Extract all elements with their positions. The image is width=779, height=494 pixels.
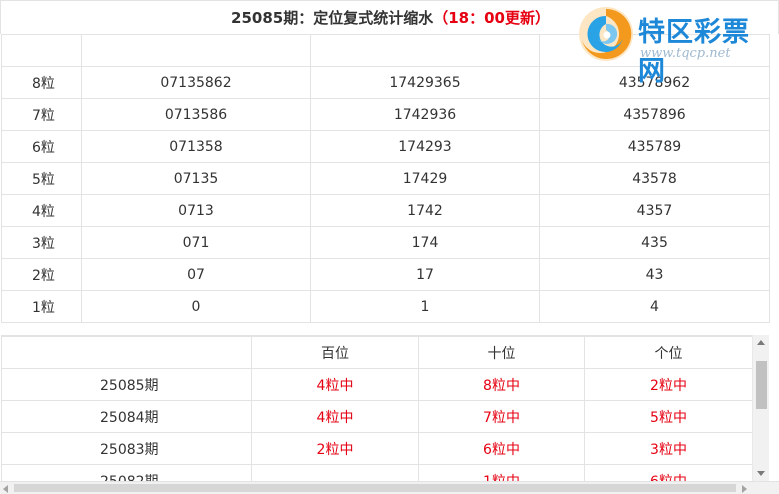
history-header-row: 百位 十位 个位 [1,336,753,369]
table-row: 25082期 1粒中 6粒中 [1,464,753,481]
table-cell: 43578 [539,162,770,195]
table-cell: 071358 [81,130,311,163]
table-row: 7粒 0713586 1742936 4357896 [1,98,770,131]
table-cell: 17429 [310,162,540,195]
table-cell: 43 [539,258,770,291]
horizontal-scroll-thumb[interactable] [14,484,736,492]
horizontal-scrollbar[interactable] [0,481,779,494]
table-cell: 071 [81,226,311,259]
site-logo[interactable]: 特区彩票网 www.tqcp.net [576,4,776,87]
table-row: 6粒 071358 174293 435789 [1,130,770,163]
table-cell: 07 [81,258,311,291]
row-label: 8粒 [1,66,82,99]
table-cell: 4357896 [539,98,770,131]
history-scroll-area[interactable]: 百位 十位 个位 25085期 4粒中 8粒中 2粒中 25084期 4粒中 7… [1,335,769,481]
hit-cell: 4粒中 [251,400,419,433]
table-row: 25085期 4粒中 8粒中 2粒中 [1,368,753,401]
row-label: 7粒 [1,98,82,131]
table-row: 25084期 4粒中 7粒中 5粒中 [1,400,753,433]
table-cell: 0713586 [81,98,311,131]
table-row: 2粒 07 17 43 [1,258,770,291]
row-label: 5粒 [1,162,82,195]
page-title-main: 25085期：定位复式统计缩水 [231,9,434,27]
swirl-logo-icon [579,7,633,61]
row-label: 1粒 [1,290,82,323]
column-header-units: 个位 [584,336,753,369]
row-label: 2粒 [1,258,82,291]
table-cell: 174 [310,226,540,259]
hit-cell: 4粒中 [251,368,419,401]
table-cell: 435 [539,226,770,259]
table-row: 25083期 2粒中 6粒中 3粒中 [1,432,753,465]
hit-cell: 7粒中 [418,400,585,433]
hit-cell: 5粒中 [584,400,753,433]
table-row: 3粒 071 174 435 [1,226,770,259]
row-label: 6粒 [1,130,82,163]
history-table: 百位 十位 个位 25085期 4粒中 8粒中 2粒中 25084期 4粒中 7… [1,336,753,481]
table-cell: 4357 [539,194,770,227]
hit-cell: 3粒中 [584,432,753,465]
table-cell: 07135862 [81,66,311,99]
column-header [1,336,252,369]
column-header-tens: 十位 [418,336,585,369]
table-cell: 174293 [310,130,540,163]
table-cell: 17 [310,258,540,291]
row-label: 4粒 [1,194,82,227]
table-cell: 07135 [81,162,311,195]
stats-header-cell [81,34,311,67]
table-cell: 1 [310,290,540,323]
scroll-down-arrow-icon[interactable] [757,471,765,476]
hit-cell: 6粒中 [584,464,753,481]
hit-cell: 8粒中 [418,368,585,401]
table-row: 5粒 07135 17429 43578 [1,162,770,195]
table-cell: 17429365 [310,66,540,99]
hit-cell [251,464,419,481]
hit-cell: 2粒中 [584,368,753,401]
table-cell: 0 [81,290,311,323]
table-cell: 1742 [310,194,540,227]
period-cell: 25084期 [1,400,252,433]
table-row: 1粒 0 1 4 [1,290,770,323]
hit-cell: 2粒中 [251,432,419,465]
table-cell: 0713 [81,194,311,227]
scroll-right-arrow-icon[interactable] [742,485,747,493]
stats-header-cell [1,34,82,67]
vertical-scroll-thumb[interactable] [756,361,767,409]
hit-cell: 1粒中 [418,464,585,481]
period-cell: 25082期 [1,464,252,481]
period-cell: 25083期 [1,432,252,465]
period-cell: 25085期 [1,368,252,401]
column-header-hundreds: 百位 [251,336,419,369]
vertical-scrollbar[interactable] [752,335,769,481]
scroll-up-arrow-icon[interactable] [757,340,765,345]
table-cell: 4 [539,290,770,323]
scroll-left-arrow-icon[interactable] [3,485,8,493]
logo-site-url: www.tqcp.net [640,46,731,61]
hit-cell: 6粒中 [418,432,585,465]
stats-header-cell [310,34,540,67]
table-cell: 1742936 [310,98,540,131]
table-cell: 435789 [539,130,770,163]
update-time-note: （18：00更新） [433,9,550,27]
table-row: 4粒 0713 1742 4357 [1,194,770,227]
row-label: 3粒 [1,226,82,259]
